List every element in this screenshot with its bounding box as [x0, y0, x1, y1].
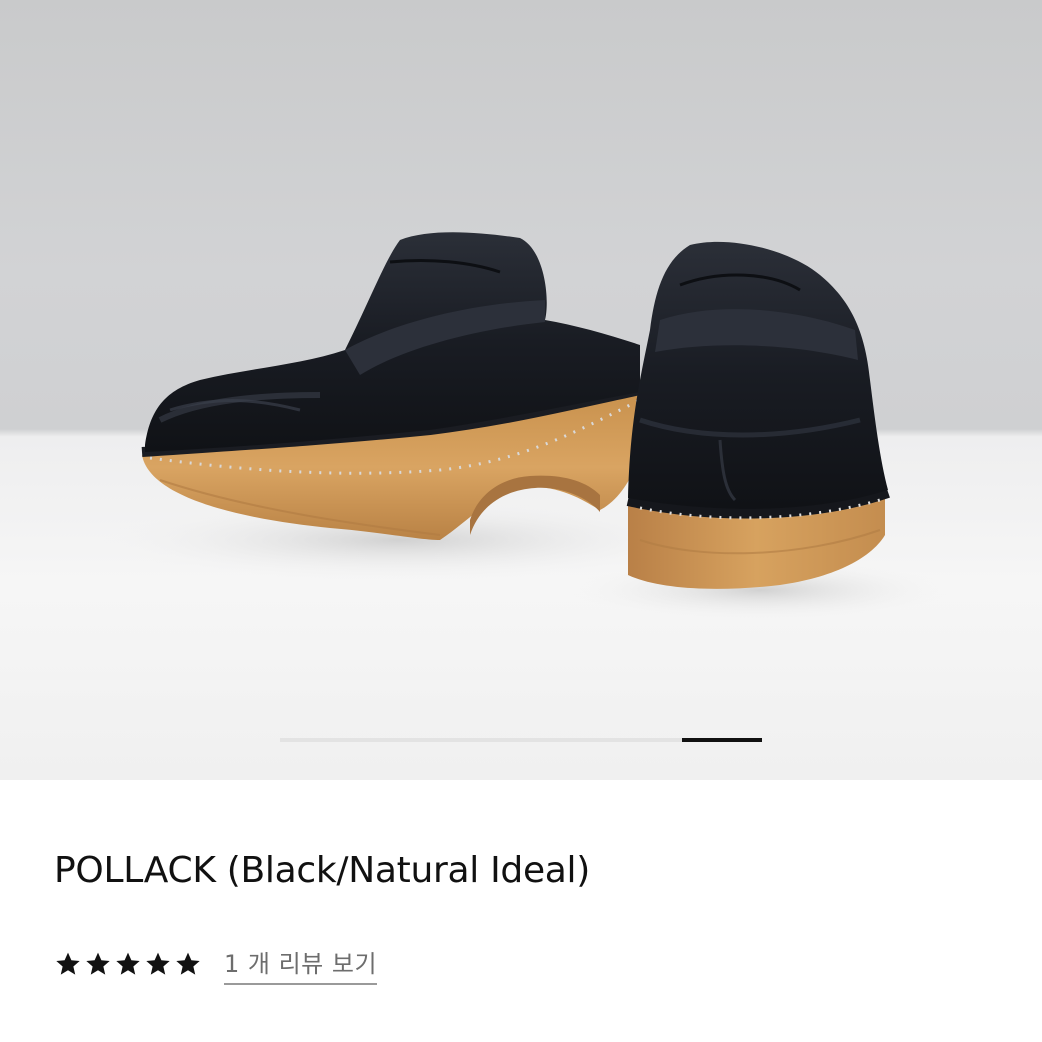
view-reviews-link[interactable]: 1 개 리뷰 보기	[224, 944, 378, 985]
carousel-progress-track	[280, 738, 762, 742]
product-title: POLLACK (Black/Natural Ideal)	[54, 850, 590, 891]
star-icon	[144, 950, 172, 978]
product-detail-page: POLLACK (Black/Natural Ideal) 1 개 리뷰 보기	[0, 0, 1042, 1042]
product-image-carousel[interactable]	[0, 0, 1042, 780]
carousel-progress-indicator	[681, 738, 762, 742]
star-icon	[114, 950, 142, 978]
product-image	[100, 232, 950, 620]
star-icon	[54, 950, 82, 978]
star-rating	[54, 950, 202, 978]
rating-row: 1 개 리뷰 보기	[54, 944, 378, 985]
star-icon	[174, 950, 202, 978]
star-icon	[84, 950, 112, 978]
